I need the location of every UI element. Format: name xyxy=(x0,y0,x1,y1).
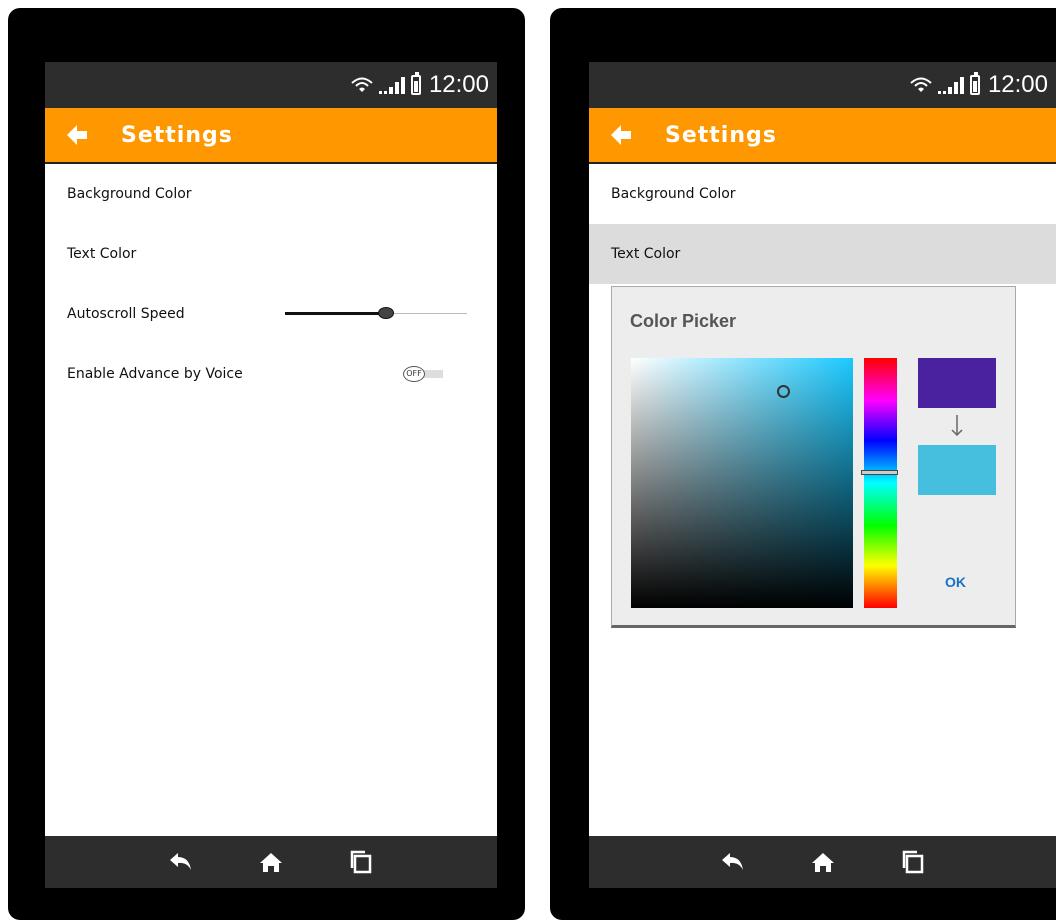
voice-toggle[interactable]: OFF xyxy=(403,366,447,382)
recents-icon[interactable] xyxy=(899,848,927,876)
back-arrow-icon[interactable] xyxy=(607,121,635,149)
dialog-title: Color Picker xyxy=(630,311,737,331)
new-color-swatch xyxy=(918,445,996,495)
setting-label: Background Color xyxy=(611,186,736,202)
back-arrow-icon[interactable] xyxy=(63,121,91,149)
page-title: Settings xyxy=(665,122,777,148)
battery-icon xyxy=(410,72,421,95)
phone-right: 12:00 Settings Background Color Text Col… xyxy=(550,8,1056,920)
status-time: 12:00 xyxy=(987,71,1048,98)
color-selector-marker[interactable] xyxy=(777,385,790,398)
signal-icon xyxy=(378,77,405,94)
slider-track-filled xyxy=(285,312,385,315)
settings-list: Background Color Text Color xyxy=(589,164,1056,284)
settings-screen-color-picker: 12:00 Settings Background Color Text Col… xyxy=(589,62,1056,888)
setting-label: Text Color xyxy=(611,246,681,262)
setting-advance-by-voice: Enable Advance by Voice OFF xyxy=(45,344,497,404)
signal-icon xyxy=(937,77,964,94)
wifi-icon xyxy=(910,77,932,92)
wifi-icon xyxy=(351,77,373,92)
battery-icon xyxy=(969,72,980,95)
setting-text-color[interactable]: Text Color xyxy=(589,224,1056,284)
setting-label: Background Color xyxy=(67,186,192,202)
status-time: 12:00 xyxy=(428,71,489,98)
phone-left: 12:00 Settings Background Color Text Col… xyxy=(8,8,525,920)
slider-track-empty xyxy=(385,313,467,314)
recents-icon[interactable] xyxy=(347,848,375,876)
app-bar: Settings xyxy=(589,108,1056,164)
ok-button[interactable]: OK xyxy=(945,574,966,590)
hue-slider[interactable] xyxy=(861,358,898,608)
home-icon[interactable] xyxy=(809,848,837,876)
setting-autoscroll-speed: Autoscroll Speed xyxy=(45,284,497,344)
settings-list: Background Color Text Color Autoscroll S… xyxy=(45,164,497,404)
setting-background-color[interactable]: Background Color xyxy=(589,164,1056,224)
nav-back-icon[interactable] xyxy=(167,848,195,876)
setting-text-color[interactable]: Text Color xyxy=(45,224,497,284)
page-title: Settings xyxy=(121,122,233,148)
setting-label: Enable Advance by Voice xyxy=(67,366,243,382)
status-bar: 12:00 xyxy=(589,62,1056,108)
nav-bar xyxy=(589,836,1056,888)
hue-slider-handle[interactable] xyxy=(861,470,898,475)
setting-label: Text Color xyxy=(67,246,137,262)
setting-background-color[interactable]: Background Color xyxy=(45,164,497,224)
previous-color-swatch xyxy=(918,358,996,408)
setting-label: Autoscroll Speed xyxy=(67,306,185,322)
nav-back-icon[interactable] xyxy=(719,848,747,876)
settings-screen: 12:00 Settings Background Color Text Col… xyxy=(45,62,497,888)
home-icon[interactable] xyxy=(257,848,285,876)
arrow-down-icon xyxy=(951,415,963,437)
color-picker-dialog: Color Picker OK xyxy=(611,286,1016,628)
toggle-knob: OFF xyxy=(403,366,425,382)
nav-bar xyxy=(45,836,497,888)
status-bar: 12:00 xyxy=(45,62,497,108)
autoscroll-speed-slider[interactable] xyxy=(285,307,467,319)
app-bar: Settings xyxy=(45,108,497,164)
slider-thumb[interactable] xyxy=(378,307,394,319)
saturation-value-area[interactable] xyxy=(631,358,853,608)
